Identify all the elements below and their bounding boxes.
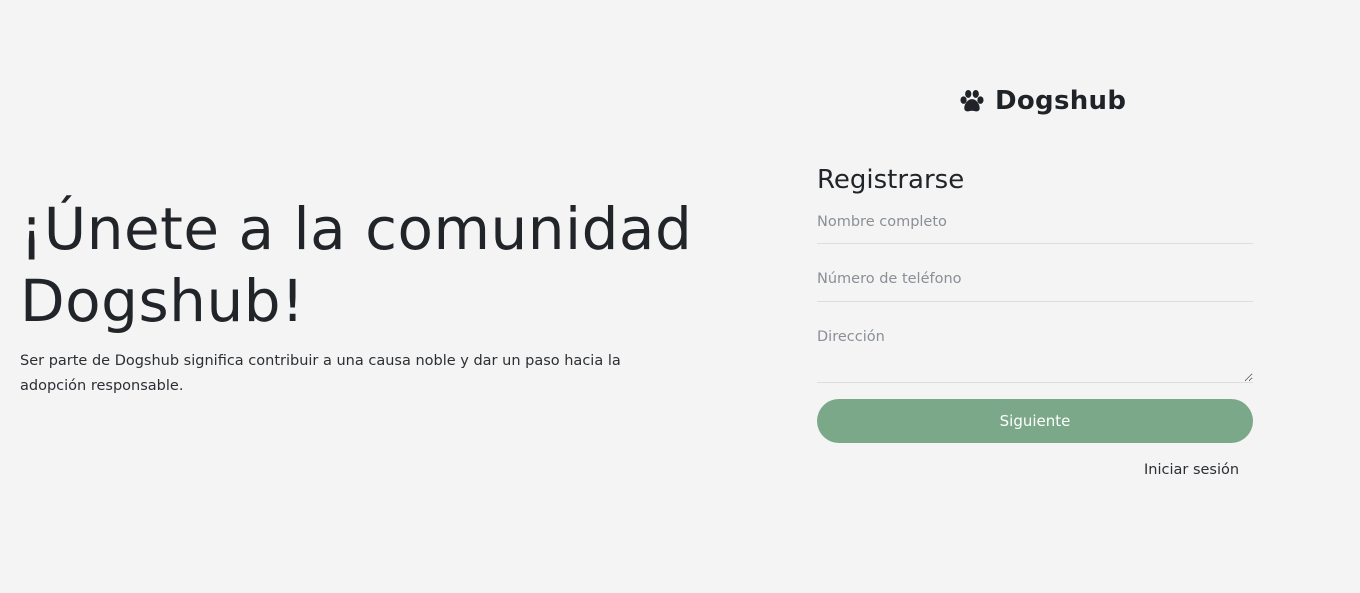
register-page: ¡Únete a la comunidad Dogshub! Ser parte… <box>0 0 1360 593</box>
phone-input[interactable] <box>817 264 1253 302</box>
register-form: Registrarse Siguiente <box>817 162 1253 443</box>
hero-description: Ser parte de Dogshub significa contribui… <box>20 353 621 394</box>
hero-section: ¡Únete a la comunidad Dogshub! Ser parte… <box>20 193 740 399</box>
brand-logo: Dogshub <box>957 86 1126 116</box>
full-name-input[interactable] <box>817 208 1253 244</box>
hero-heading: ¡Únete a la comunidad Dogshub! <box>20 195 693 335</box>
login-link[interactable]: Iniciar sesión <box>1144 462 1239 478</box>
brand-name: Dogshub <box>995 86 1127 116</box>
address-textarea[interactable] <box>817 320 1253 383</box>
next-button[interactable]: Siguiente <box>817 399 1253 443</box>
paw-icon <box>960 90 984 112</box>
form-title: Registrarse <box>817 165 965 195</box>
